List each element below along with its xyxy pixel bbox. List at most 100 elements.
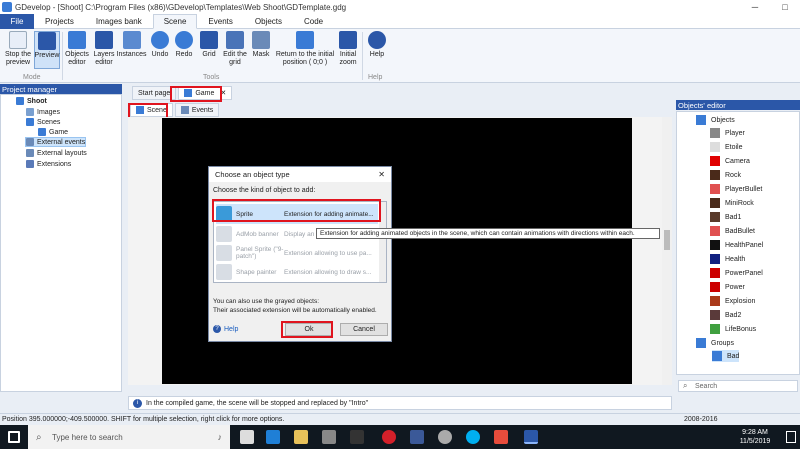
edit-grid-button[interactable]: Edit the grid bbox=[222, 31, 248, 67]
instances-label: Instances bbox=[116, 51, 147, 58]
cancel-button[interactable]: Cancel bbox=[340, 323, 388, 336]
return-initial-button[interactable]: Return to the initial position ( 0;0 ) bbox=[274, 31, 336, 67]
tab-events-label: Events bbox=[191, 106, 214, 114]
gdevelop-taskbar-icon[interactable] bbox=[524, 430, 538, 444]
object-item[interactable]: Bad1 bbox=[710, 211, 741, 223]
object-item[interactable]: LifeBonus bbox=[710, 323, 756, 335]
opera-icon[interactable] bbox=[382, 430, 396, 444]
tab-file[interactable]: File bbox=[0, 14, 34, 29]
task-view-icon[interactable] bbox=[240, 430, 254, 444]
tree-extensions[interactable]: Extensions bbox=[26, 159, 71, 169]
tree-external-events[interactable]: External events bbox=[25, 137, 87, 147]
tab-objects[interactable]: Objects bbox=[244, 14, 293, 29]
stop-preview-button[interactable]: Stop the preview bbox=[3, 31, 33, 67]
dialog-note-line2: Their associated extension will be autom… bbox=[213, 307, 377, 314]
app-icon[interactable] bbox=[494, 430, 508, 444]
tree-images[interactable]: Images bbox=[26, 107, 60, 117]
instances-button[interactable]: Instances bbox=[116, 31, 147, 59]
notifications-icon[interactable] bbox=[786, 431, 796, 443]
object-item[interactable]: Etoile bbox=[710, 141, 743, 153]
taskbar-search-placeholder: Type here to search bbox=[52, 432, 123, 442]
edge-icon[interactable] bbox=[266, 430, 280, 444]
windows-start-icon[interactable] bbox=[8, 431, 20, 443]
instances-icon bbox=[122, 31, 141, 49]
object-sprite-icon bbox=[710, 254, 720, 264]
tree-external-layouts[interactable]: External layouts bbox=[26, 148, 87, 158]
layers-editor-button[interactable]: Layers editor bbox=[92, 31, 116, 67]
object-type-name: AdMob banner bbox=[236, 230, 279, 238]
tab-images-bank[interactable]: Images bank bbox=[85, 14, 153, 29]
object-item[interactable]: Health bbox=[710, 253, 745, 265]
settings-icon[interactable] bbox=[438, 430, 452, 444]
tab-scene[interactable]: Scene bbox=[152, 14, 198, 29]
objects-search-input[interactable]: ⌕ Search bbox=[678, 380, 798, 392]
help-icon: ? bbox=[213, 325, 221, 333]
groups-root[interactable]: Groups bbox=[696, 337, 734, 349]
tab-events[interactable]: Events bbox=[197, 14, 243, 29]
tree-label: Scenes bbox=[37, 118, 61, 126]
objects-editor-button[interactable]: Objects editor bbox=[63, 31, 91, 67]
object-item[interactable]: Explosion bbox=[710, 295, 755, 307]
object-item-label: BadBullet bbox=[725, 227, 755, 235]
tab-projects[interactable]: Projects bbox=[34, 14, 85, 29]
app-icon[interactable] bbox=[350, 430, 364, 444]
object-item[interactable]: MiniRock bbox=[710, 197, 754, 209]
taskbar-search-input[interactable]: ⌕ Type here to search ♪ bbox=[28, 425, 230, 449]
objects-editor-title: Objects' editor bbox=[676, 100, 800, 110]
facebook-icon[interactable] bbox=[410, 430, 424, 444]
grid-icon bbox=[200, 31, 218, 49]
project-icon bbox=[16, 97, 24, 105]
object-item[interactable]: Rock bbox=[710, 169, 741, 181]
scene-icon bbox=[38, 128, 46, 136]
object-item[interactable]: PlayerBullet bbox=[710, 183, 762, 195]
object-type-shape-painter[interactable]: Shape painter Extension allowing to draw… bbox=[216, 262, 378, 282]
dialog-title: Choose an object type bbox=[215, 170, 290, 179]
scrollbar-thumb[interactable] bbox=[664, 230, 670, 250]
object-item[interactable]: HealthPanel bbox=[710, 239, 763, 251]
object-item[interactable]: Power bbox=[710, 281, 745, 293]
object-item[interactable]: PowerPanel bbox=[710, 267, 763, 279]
object-sprite-icon bbox=[710, 170, 720, 180]
close-icon[interactable]: ✕ bbox=[378, 170, 385, 179]
redo-button[interactable]: Redo bbox=[173, 31, 195, 59]
system-clock[interactable]: 9:28 AM 11/5/2019 bbox=[730, 428, 780, 446]
grid-button[interactable]: Grid bbox=[198, 31, 220, 59]
redo-label: Redo bbox=[175, 51, 193, 58]
images-icon bbox=[26, 108, 34, 116]
preview-label: Preview bbox=[34, 52, 60, 59]
help-button[interactable]: Help bbox=[366, 31, 388, 59]
preview-button[interactable]: Preview bbox=[34, 31, 60, 69]
object-sprite-icon bbox=[710, 184, 720, 194]
tree-scenes[interactable]: Scenes bbox=[26, 117, 60, 127]
object-sprite-icon bbox=[710, 268, 720, 278]
group-item-bad[interactable]: Bad bbox=[712, 350, 740, 362]
ribbon-tabs: File Projects Images bank Scene Events O… bbox=[0, 14, 800, 29]
undo-button[interactable]: Undo bbox=[149, 31, 171, 59]
skype-icon[interactable] bbox=[466, 430, 480, 444]
mask-button[interactable]: Mask bbox=[250, 31, 272, 59]
scenes-icon bbox=[26, 118, 34, 126]
scene-vertical-scrollbar[interactable] bbox=[662, 117, 672, 385]
object-item[interactable]: Bad2 bbox=[710, 309, 741, 321]
status-years: 2008-2016 bbox=[684, 416, 718, 423]
edit-grid-icon bbox=[226, 31, 244, 49]
object-item[interactable]: Player bbox=[710, 127, 745, 139]
object-type-panel-sprite[interactable]: Panel Sprite ("9-patch") Extension allow… bbox=[216, 243, 378, 263]
object-sprite-icon bbox=[710, 156, 720, 166]
minimize-icon[interactable]: ─ bbox=[740, 0, 770, 14]
objects-root[interactable]: Objects bbox=[696, 114, 735, 126]
restore-icon[interactable]: □ bbox=[770, 0, 800, 14]
layers-icon bbox=[95, 31, 113, 49]
store-icon[interactable] bbox=[322, 430, 336, 444]
object-item[interactable]: Camera bbox=[710, 155, 750, 167]
dialog-help-link[interactable]: ? Help bbox=[213, 325, 238, 333]
tab-events-view[interactable]: Events bbox=[174, 103, 220, 117]
object-item[interactable]: BadBullet bbox=[710, 225, 755, 237]
tree-project-shoot[interactable]: Shoot bbox=[16, 96, 47, 106]
microphone-icon[interactable]: ♪ bbox=[218, 432, 223, 442]
tree-scene-game[interactable]: Game bbox=[38, 127, 68, 137]
tab-code[interactable]: Code bbox=[293, 14, 334, 29]
objects-editor-label: Objects editor bbox=[65, 51, 89, 66]
initial-zoom-button[interactable]: Initial zoom bbox=[337, 31, 359, 67]
file-explorer-icon[interactable] bbox=[294, 430, 308, 444]
